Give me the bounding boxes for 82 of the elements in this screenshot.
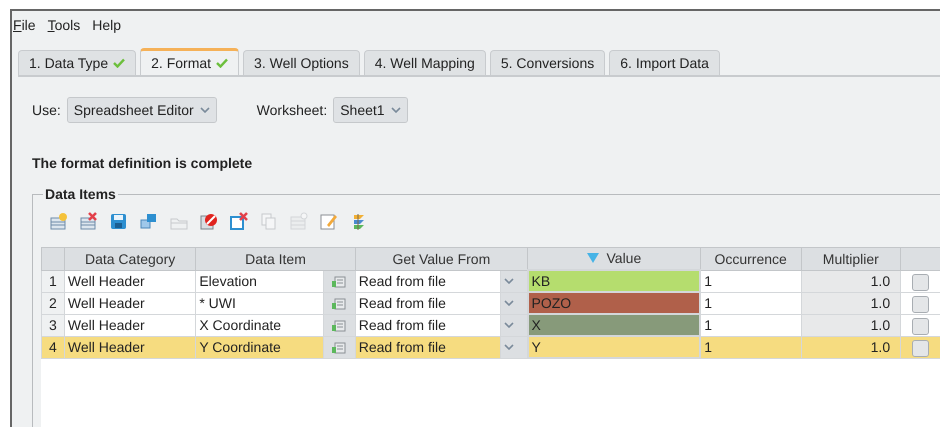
- table-row[interactable]: 4 Well Header Y Coordinate Read from file Y 1 1.0: [42, 336, 940, 358]
- value-cell: Y: [528, 336, 700, 358]
- caret-icon: [504, 278, 514, 284]
- caret-icon: [200, 107, 210, 113]
- row-number: 2: [42, 292, 64, 314]
- check-icon: [113, 58, 126, 68]
- delete-row-icon[interactable]: [79, 212, 99, 232]
- table-cell: 1.0: [801, 270, 901, 292]
- table-cell: Y Coordinate: [196, 336, 324, 358]
- use-label: Use:: [32, 100, 61, 120]
- table-row[interactable]: 2 Well Header * UWI Read from file POZO 1 1.0: [42, 292, 940, 314]
- cancel-icon[interactable]: [199, 212, 219, 232]
- edit-icon[interactable]: [319, 212, 339, 232]
- table-cell: 1: [700, 336, 802, 358]
- table-cell: Well Header: [64, 292, 196, 314]
- save-icon[interactable]: [109, 212, 129, 232]
- checkbox[interactable]: [912, 274, 930, 291]
- column-header[interactable]: Data Item: [196, 248, 356, 270]
- tab[interactable]: 1. Data Type: [18, 50, 136, 75]
- picker-button[interactable]: [323, 314, 356, 336]
- table-cell: 1.0: [801, 292, 901, 314]
- remove-icon[interactable]: [229, 212, 249, 232]
- table-cell: 1: [700, 270, 802, 292]
- caret-icon: [504, 322, 514, 328]
- table-cell: 1.0: [801, 336, 901, 358]
- picker-button[interactable]: [323, 292, 356, 314]
- table-cell: Read from file: [355, 314, 501, 336]
- column-header[interactable]: Multiplier: [801, 248, 901, 270]
- table-cell: Well Header: [64, 336, 196, 358]
- table-cell: 1: [700, 292, 802, 314]
- checkbox[interactable]: [912, 296, 930, 313]
- row-number: 4: [42, 336, 64, 358]
- worksheet-dropdown[interactable]: Sheet1: [333, 97, 408, 123]
- tab[interactable]: 4. Well Mapping: [364, 50, 486, 75]
- tab[interactable]: 5. Conversions: [490, 50, 606, 75]
- check-icon: [216, 58, 228, 68]
- list-icon: [332, 342, 346, 354]
- caret-icon: [390, 107, 401, 113]
- add-row-icon[interactable]: [49, 212, 69, 232]
- menu-item[interactable]: File: [13, 16, 36, 34]
- table-cell: Well Header: [64, 270, 196, 292]
- table-cell: Read from file: [355, 270, 501, 292]
- dropdown-button[interactable]: [500, 270, 528, 292]
- list-icon: [332, 320, 346, 332]
- menu-item[interactable]: Help: [92, 16, 122, 34]
- tab[interactable]: 3. Well Options: [243, 50, 360, 75]
- dropdown-button[interactable]: [500, 336, 528, 358]
- menu-item[interactable]: Tools: [48, 16, 80, 34]
- table-cell: 1.0: [801, 314, 901, 336]
- value-cell: POZO: [528, 292, 700, 314]
- list-icon: [332, 276, 346, 288]
- checkbox[interactable]: [912, 340, 930, 357]
- caret-icon: [504, 300, 514, 306]
- value-cell: X: [528, 314, 700, 336]
- table-cell: Well Header: [64, 314, 196, 336]
- column-header[interactable]: Get Value From: [355, 248, 528, 270]
- table-cell: Read from file: [355, 292, 501, 314]
- column-header[interactable]: Occurrence: [700, 248, 802, 270]
- column-header[interactable]: Data Category: [64, 248, 196, 270]
- status-message: The format definition is complete: [32, 154, 252, 173]
- picker-button[interactable]: [323, 270, 356, 292]
- table-cell: X Coordinate: [196, 314, 324, 336]
- dropdown-button[interactable]: [500, 314, 528, 336]
- filter-icon: [586, 252, 600, 264]
- dropdown-button[interactable]: [500, 292, 528, 314]
- table-row[interactable]: 3 Well Header X Coordinate Read from file X 1 1.0: [42, 314, 940, 336]
- table-cell: 1: [700, 314, 802, 336]
- checkbox[interactable]: [912, 318, 930, 335]
- caret-icon: [504, 344, 514, 350]
- tab[interactable]: 2. Format: [140, 48, 240, 75]
- tab[interactable]: 6. Import Data: [609, 50, 720, 75]
- table-cell: Read from file: [355, 336, 501, 358]
- table-row[interactable]: 1 Well Header Elevation Read from file KB 1 1.0: [42, 270, 940, 292]
- row-number: 3: [42, 314, 64, 336]
- picker-button[interactable]: [323, 336, 356, 358]
- use-dropdown[interactable]: Spreadsheet Editor: [66, 97, 217, 123]
- worksheet-label: Worksheet:: [256, 100, 328, 120]
- value-cell: KB: [528, 270, 700, 292]
- row-number: 1: [42, 270, 64, 292]
- table-cell: Elevation: [196, 270, 324, 292]
- table-cell: * UWI: [196, 292, 324, 314]
- list-icon: [332, 298, 346, 310]
